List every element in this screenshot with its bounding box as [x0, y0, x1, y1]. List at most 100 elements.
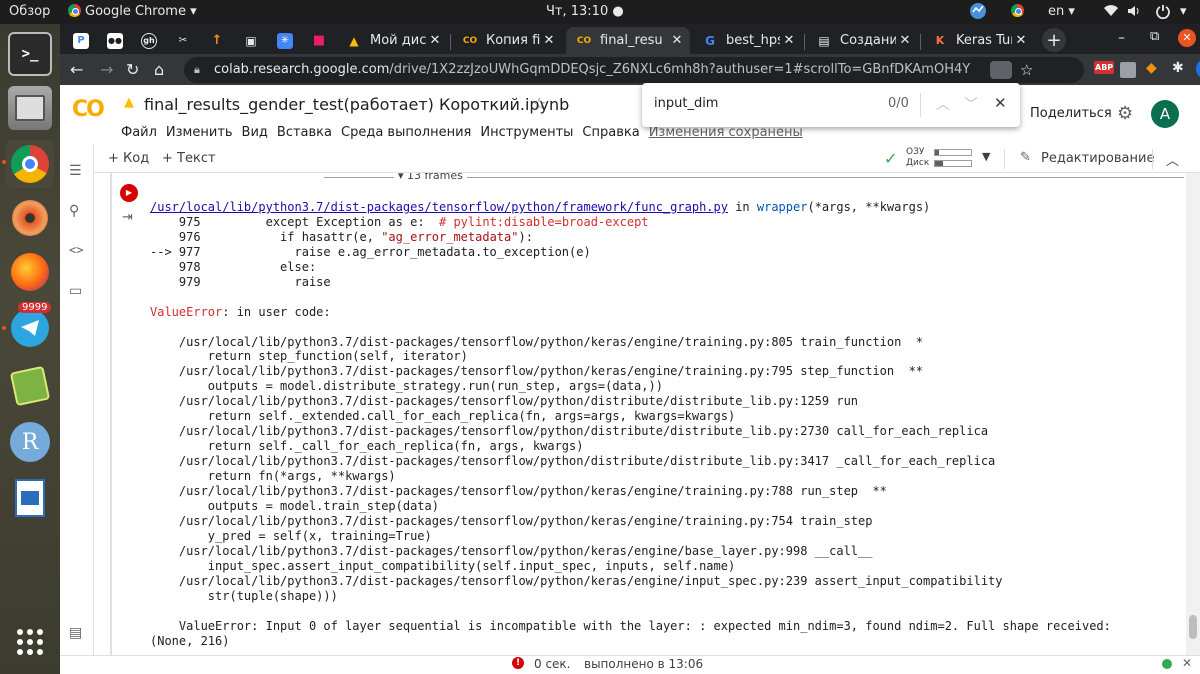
- pinned-tab[interactable]: gh: [136, 27, 162, 54]
- terminal-icon[interactable]: >_: [8, 32, 52, 76]
- settings-gear-icon[interactable]: ⚙: [1117, 103, 1133, 124]
- extension-icon[interactable]: [1120, 62, 1136, 78]
- pinned-tab[interactable]: ↑: [204, 27, 230, 54]
- reload-button[interactable]: ↻: [126, 60, 139, 79]
- menu-tools[interactable]: Инструменты: [480, 125, 573, 140]
- app-name: Google Chrome: [85, 4, 186, 19]
- trace-line: /usr/local/lib/python3.7/dist-packages/t…: [150, 484, 887, 499]
- tab-final-results[interactable]: CO final_resu ✕: [566, 27, 690, 54]
- colab-logo[interactable]: CO: [72, 97, 105, 122]
- profile-avatar[interactable]: A: [1196, 59, 1200, 79]
- toc-icon[interactable]: ☰: [69, 163, 82, 179]
- chevron-down-icon[interactable]: ▾: [1180, 4, 1187, 19]
- pinned-favicon: ✳: [277, 32, 293, 49]
- menu-edit[interactable]: Изменить: [166, 125, 233, 140]
- account-avatar[interactable]: A: [1151, 100, 1179, 128]
- firefox-icon[interactable]: [8, 250, 52, 294]
- chevron-down-icon[interactable]: ▼: [982, 150, 990, 163]
- updates-icon[interactable]: [969, 2, 987, 24]
- disk-burner-icon[interactable]: [8, 196, 52, 240]
- power-icon[interactable]: [1155, 3, 1171, 23]
- home-button[interactable]: ⌂: [154, 60, 164, 79]
- chevron-up-icon[interactable]: ︿: [936, 94, 950, 114]
- output-actions-icon[interactable]: ⇥: [122, 210, 133, 225]
- close-icon[interactable]: ✕: [896, 33, 914, 48]
- app-menu[interactable]: Google Chrome ▾: [68, 4, 197, 19]
- terminal-icon[interactable]: ▤: [69, 625, 82, 641]
- share-button[interactable]: Поделиться: [1030, 106, 1112, 121]
- scrollbar[interactable]: [1186, 173, 1200, 655]
- save-status[interactable]: Изменения сохранены: [649, 125, 803, 140]
- wifi-icon[interactable]: [1103, 3, 1119, 23]
- close-icon[interactable]: ✕: [994, 94, 1007, 112]
- pinned-tab[interactable]: ✂: [170, 27, 196, 54]
- add-text-button[interactable]: + Текст: [162, 151, 216, 166]
- volume-icon[interactable]: [1126, 3, 1142, 23]
- find-input[interactable]: input_dim: [654, 96, 718, 111]
- chevron-up-icon[interactable]: ︿: [1166, 150, 1179, 169]
- folder-icon[interactable]: ▭: [69, 283, 82, 299]
- menu-runtime[interactable]: Среда выполнения: [341, 125, 471, 140]
- find-match-count: 0/0: [888, 96, 909, 111]
- telegram-icon[interactable]: 9999: [8, 302, 52, 350]
- pinned-tab[interactable]: ●●: [102, 27, 128, 54]
- restore-button[interactable]: ⧉: [1150, 29, 1159, 44]
- menu-view[interactable]: Вид: [242, 125, 268, 140]
- adblock-icon[interactable]: ABP: [1094, 61, 1115, 74]
- star-icon[interactable]: ☆: [532, 94, 546, 113]
- tab-creation[interactable]: ▤ Создание✕: [806, 27, 918, 54]
- chrome-dock-icon[interactable]: [6, 140, 54, 188]
- close-icon[interactable]: ✕: [780, 33, 798, 48]
- notebook-title[interactable]: final_results_gender_test(работает) Коро…: [144, 95, 569, 114]
- collapsed-frames-toggle[interactable]: ▾ 13 frames: [394, 173, 467, 182]
- unread-badge: 9999: [18, 302, 52, 313]
- chevron-down-icon[interactable]: ﹀: [964, 94, 978, 114]
- traceback: /usr/local/lib/python3.7/dist-packages/t…: [150, 185, 1111, 655]
- source-file-link[interactable]: /usr/local/lib/python3.7/dist-packages/t…: [150, 200, 728, 214]
- app-grid-icon[interactable]: [8, 620, 52, 664]
- pinned-tab[interactable]: ▣: [238, 27, 264, 54]
- text-editor-icon[interactable]: [8, 364, 52, 408]
- close-icon[interactable]: ✕: [1012, 33, 1030, 48]
- close-window-button[interactable]: ✕: [1178, 29, 1196, 47]
- screenshot-icon[interactable]: [990, 61, 1012, 79]
- files-icon[interactable]: [8, 86, 52, 130]
- bookmark-star-icon[interactable]: ☆: [1020, 57, 1033, 83]
- tab-best-hps[interactable]: Gbest_hps ✕: [692, 27, 802, 54]
- editing-mode-button[interactable]: Редактирование: [1041, 151, 1154, 166]
- menu-help[interactable]: Справка: [582, 125, 639, 140]
- add-code-button[interactable]: + Код: [108, 151, 149, 166]
- tab-keras-tuner[interactable]: K Keras Tun✕: [922, 27, 1034, 54]
- code-snippets-icon[interactable]: <>: [69, 243, 83, 257]
- writer-icon[interactable]: [8, 476, 52, 520]
- run-cell-button[interactable]: ▶: [120, 184, 138, 202]
- back-button[interactable]: ←: [70, 60, 83, 79]
- clock[interactable]: Чт, 13:10 ●: [546, 4, 624, 19]
- tab-my-drive[interactable]: ▲ Мой диск✕: [336, 27, 448, 54]
- close-icon[interactable]: ✕: [540, 33, 558, 48]
- r-studio-icon[interactable]: R: [8, 420, 52, 464]
- trace-line: /usr/local/lib/python3.7/dist-packages/t…: [150, 394, 859, 409]
- menu-file[interactable]: Файл: [121, 125, 157, 140]
- new-tab-button[interactable]: +: [1042, 28, 1066, 52]
- close-icon[interactable]: ✕: [426, 33, 444, 48]
- forward-button[interactable]: →: [100, 60, 113, 79]
- activities-button[interactable]: Обзор: [9, 4, 50, 19]
- pinned-tab[interactable]: P: [68, 27, 94, 54]
- chrome-tray-icon[interactable]: [1011, 4, 1028, 19]
- tab-copy-final[interactable]: CO Копия fina✕: [452, 27, 562, 54]
- extension-icon[interactable]: ◆: [1146, 60, 1157, 76]
- pinned-tab[interactable]: ■: [306, 27, 332, 54]
- minimize-button[interactable]: –: [1118, 30, 1125, 46]
- search-icon[interactable]: ⚲: [69, 203, 79, 219]
- close-icon[interactable]: ✕: [1182, 656, 1192, 670]
- trace-line: /usr/local/lib/python3.7/dist-packages/t…: [150, 573, 1003, 588]
- menu-insert[interactable]: Вставка: [277, 125, 332, 140]
- resources-indicator[interactable]: ОЗУ Диск: [906, 147, 929, 169]
- address-bar[interactable]: 🔒︎ colab.research.google.com/drive/1X2zz…: [184, 57, 1084, 83]
- puzzle-icon[interactable]: ✱: [1172, 60, 1184, 76]
- close-icon[interactable]: ✕: [668, 33, 686, 48]
- scrollbar-thumb[interactable]: [1189, 615, 1197, 639]
- pinned-tab[interactable]: ✳: [272, 27, 298, 54]
- keyboard-layout[interactable]: en ▾: [1048, 4, 1075, 19]
